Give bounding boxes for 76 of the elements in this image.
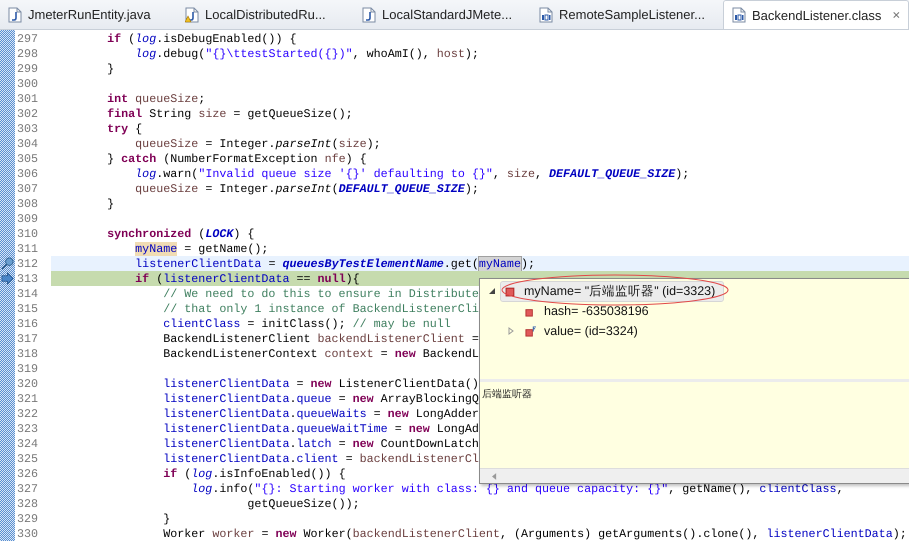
code-line: // We need to do this to ensure in Distribute — [162, 286, 479, 300]
code-line: } — [106, 62, 114, 76]
line-number: 305 — [16, 152, 40, 166]
scroll-left-icon[interactable] — [492, 472, 497, 480]
code-line: final String size = getQueueSize(); — [106, 106, 353, 120]
code-line: } — [162, 512, 170, 526]
value-detail: 后端监听器 — [482, 389, 532, 400]
line-number: 315 — [16, 302, 40, 316]
line-number: 298 — [16, 46, 40, 60]
code-line: listenerClientData.client = backendListenerCl — [162, 452, 479, 466]
code-line: if (log.isDebugEnabled()) { — [106, 32, 296, 46]
code-line: int queueSize; — [106, 92, 206, 106]
code-line: getQueueSize()); — [246, 496, 360, 510]
code-line: BackendListenerContext context = new BackendL — [162, 346, 479, 360]
line-number: 330 — [16, 526, 40, 540]
code-line: Worker worker = new Worker(backendListenerClient, (Arguments) getArguments().clone(), listenerClientData); — [162, 526, 907, 540]
code-line: listenerClientData.queueWaitTime = new LongAd — [162, 422, 479, 436]
code-line: } — [106, 196, 114, 210]
line-number: 327 — [16, 482, 40, 496]
editor-tab[interactable]: JmeterRunEntity.java — [0, 0, 177, 29]
line-number: 318 — [16, 346, 40, 360]
code-line: log.warn("Invalid queue size '{}' defaulting to {}", size, DEFAULT_QUEUE_SIZE); — [134, 166, 690, 180]
line-number: 300 — [16, 76, 40, 90]
code-line: listenerClientData.queue = new ArrayBlockingQ — [162, 392, 479, 406]
line-number: 328 — [16, 496, 40, 510]
line-number: 320 — [16, 376, 40, 390]
line-number: 301 — [16, 92, 40, 106]
line-number: 325 — [16, 452, 40, 466]
line-number: 324 — [16, 436, 40, 450]
line-number: 322 — [16, 406, 40, 420]
code-line: listenerClientData = queuesByTestElementName.get(myName); — [134, 256, 535, 270]
line-number: 313 — [16, 272, 40, 286]
line-number: 326 — [16, 466, 40, 480]
line-number: 312 — [16, 256, 40, 270]
code-line: listenerClientData.queueWaits = new LongAdder — [162, 406, 479, 420]
code-line: listenerClientData = new ListenerClientData() — [162, 376, 479, 390]
line-number: 309 — [16, 212, 40, 226]
line-number: 316 — [16, 316, 40, 330]
code-line: clientClass = initClass(); // may be null — [162, 316, 451, 330]
line-number: 321 — [16, 392, 40, 406]
variable-item[interactable]: hash= -635038196 — [521, 303, 657, 319]
variable-item[interactable]: value= (id=3324) — [521, 323, 646, 339]
line-number: 297 — [16, 32, 40, 46]
code-line: BackendListenerClient backendListenerClient = — [162, 332, 479, 346]
line-number: 319 — [16, 362, 40, 376]
line-number: 314 — [16, 286, 40, 300]
editor-tab[interactable]: LocalDistributedRu... — [177, 0, 354, 29]
line-number: 323 — [16, 422, 40, 436]
code-line: try { — [106, 122, 142, 136]
line-number: 303 — [16, 122, 40, 136]
line-number: 310 — [16, 226, 40, 240]
variable-item[interactable]: myName= "后端监听器" (id=3323) — [500, 280, 724, 302]
code-line: queueSize = Integer.parseInt(DEFAULT_QUEUE_SIZE); — [134, 182, 479, 196]
editor-tab[interactable]: BackendListener.class — [723, 0, 909, 29]
line-number: 302 — [16, 106, 40, 120]
line-number: 317 — [16, 332, 40, 346]
line-number: 306 — [16, 166, 40, 180]
code-line: } catch (NumberFormatException nfe) { — [106, 152, 367, 166]
line-number: 307 — [16, 182, 40, 196]
code-line: myName = getName(); — [134, 242, 268, 256]
code-line: // that only 1 instance of BackendListenerCli — [162, 302, 479, 316]
line-number: 329 — [16, 512, 40, 526]
line-number: 308 — [16, 196, 40, 210]
field-icon — [505, 286, 516, 296]
code-line: synchronized (LOCK) { — [106, 226, 254, 240]
scrollbar[interactable] — [480, 468, 909, 483]
code-line: queueSize = Integer.parseInt(size); — [134, 136, 381, 150]
line-number: 311 — [16, 242, 40, 256]
line-number: 299 — [16, 62, 40, 76]
editor-tab[interactable]: LocalStandardJMete... — [354, 0, 531, 29]
code-line: if (log.isInfoEnabled()) { — [162, 466, 346, 480]
editor-tab[interactable]: RemoteSampleListener... — [531, 0, 723, 29]
line-number: 304 — [16, 136, 40, 150]
close-icon[interactable] — [893, 10, 900, 20]
code-line: log.debug("{}\ttestStarted({})", whoAmI(), host); — [134, 46, 479, 60]
code-line: listenerClientData.latch = new CountDownLatch — [162, 436, 479, 450]
